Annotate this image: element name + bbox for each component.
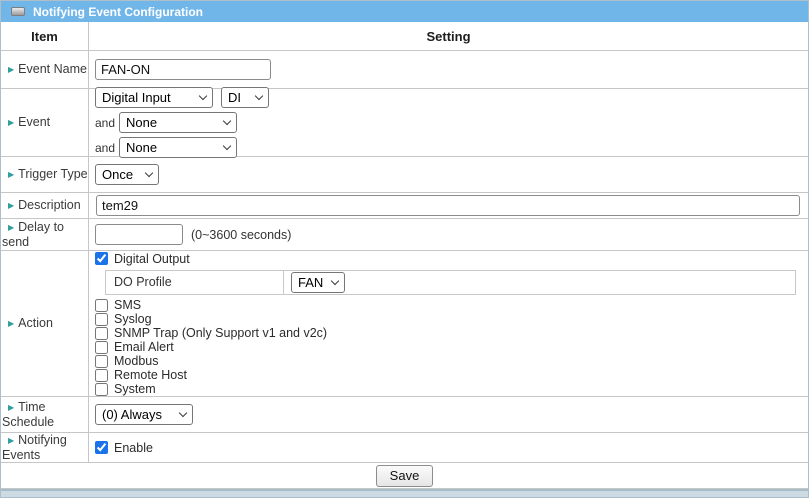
delay-to-send-input[interactable] [95, 224, 183, 245]
panel-icon [11, 7, 25, 16]
enable-checkbox[interactable] [95, 441, 108, 454]
time-schedule-select[interactable]: (0) Always [95, 404, 193, 425]
action-option-modbus: Modbus [95, 354, 808, 368]
syslog-checkbox[interactable] [95, 313, 108, 326]
bullet-arrow-icon: ▶ [8, 201, 14, 210]
event-port-select[interactable]: DI [221, 87, 269, 108]
action-option-snmp-trap: SNMP Trap (Only Support v1 and v2c) [95, 326, 808, 340]
row-delay-to-send: ▶Delay to send (0~3600 seconds) [1, 219, 808, 251]
event-type-select[interactable]: Digital Input [95, 87, 213, 108]
chevron-down-icon [255, 92, 263, 100]
row-trigger-type: ▶ Trigger Type Once [1, 157, 808, 193]
bullet-arrow-icon: ▶ [8, 118, 14, 127]
and-label: and [95, 141, 115, 155]
panel-title: Notifying Event Configuration [33, 5, 203, 19]
row-time-schedule: ▶Time Schedule (0) Always [1, 397, 808, 433]
action-option-system: System [95, 382, 808, 396]
action-option-remote-host: Remote Host [95, 368, 808, 382]
save-row: Save [1, 463, 808, 489]
column-header-setting: Setting [426, 29, 470, 44]
panel-title-bar: Notifying Event Configuration [1, 1, 808, 22]
chevron-down-icon [223, 117, 231, 125]
delay-range-hint: (0~3600 seconds) [191, 228, 291, 242]
trigger-type-label: Trigger Type [18, 167, 87, 181]
bullet-arrow-icon: ▶ [8, 403, 14, 412]
bullet-arrow-icon: ▶ [8, 65, 14, 74]
column-header-item: Item [31, 29, 58, 44]
sms-checkbox[interactable] [95, 299, 108, 312]
system-checkbox[interactable] [95, 383, 108, 396]
modbus-checkbox[interactable] [95, 355, 108, 368]
event-name-input[interactable] [95, 59, 271, 80]
save-button[interactable]: Save [376, 465, 434, 487]
table-header-row: Item Setting [1, 22, 808, 51]
event-name-label: Event Name [18, 62, 87, 76]
notifying-event-configuration-panel: Notifying Event Configuration Item Setti… [0, 0, 809, 498]
and-label: and [95, 116, 115, 130]
do-profile-label: DO Profile [106, 271, 284, 294]
chevron-down-icon [145, 169, 153, 177]
row-description: ▶ Description [1, 193, 808, 219]
email-alert-checkbox[interactable] [95, 341, 108, 354]
event-and-select-1[interactable]: None [119, 112, 237, 133]
action-option-syslog: Syslog [95, 312, 808, 326]
page-bottom-strip [1, 489, 808, 498]
action-label: Action [18, 316, 53, 330]
bullet-arrow-icon: ▶ [8, 223, 14, 232]
row-action: ▶ Action Digital Output DO Profile FAN SM… [1, 251, 808, 397]
row-notifying-events: ▶Notifying Events Enable [1, 433, 808, 463]
do-profile-subtable: DO Profile FAN [105, 270, 796, 295]
chevron-down-icon [331, 277, 339, 285]
description-label: Description [18, 198, 81, 212]
bullet-arrow-icon: ▶ [8, 170, 14, 179]
do-profile-select[interactable]: FAN [291, 272, 345, 293]
chevron-down-icon [199, 92, 207, 100]
trigger-type-select[interactable]: Once [95, 164, 159, 185]
chevron-down-icon [223, 142, 231, 150]
event-and-select-2[interactable]: None [119, 137, 237, 158]
action-option-email-alert: Email Alert [95, 340, 808, 354]
chevron-down-icon [179, 409, 187, 417]
digital-output-checkbox[interactable] [95, 252, 108, 265]
notifying-events-enable-option: Enable [95, 439, 808, 457]
snmp-trap-checkbox[interactable] [95, 327, 108, 340]
row-event-name: ▶ Event Name [1, 51, 808, 89]
description-input[interactable] [96, 195, 800, 216]
bullet-arrow-icon: ▶ [8, 436, 14, 445]
row-event: ▶ Event Digital Input DI and None and Non… [1, 89, 808, 157]
action-option-sms: SMS [95, 298, 808, 312]
event-label: Event [18, 115, 50, 129]
bullet-arrow-icon: ▶ [8, 319, 14, 328]
remote-host-checkbox[interactable] [95, 369, 108, 382]
action-option-digital-output: Digital Output [95, 251, 808, 267]
